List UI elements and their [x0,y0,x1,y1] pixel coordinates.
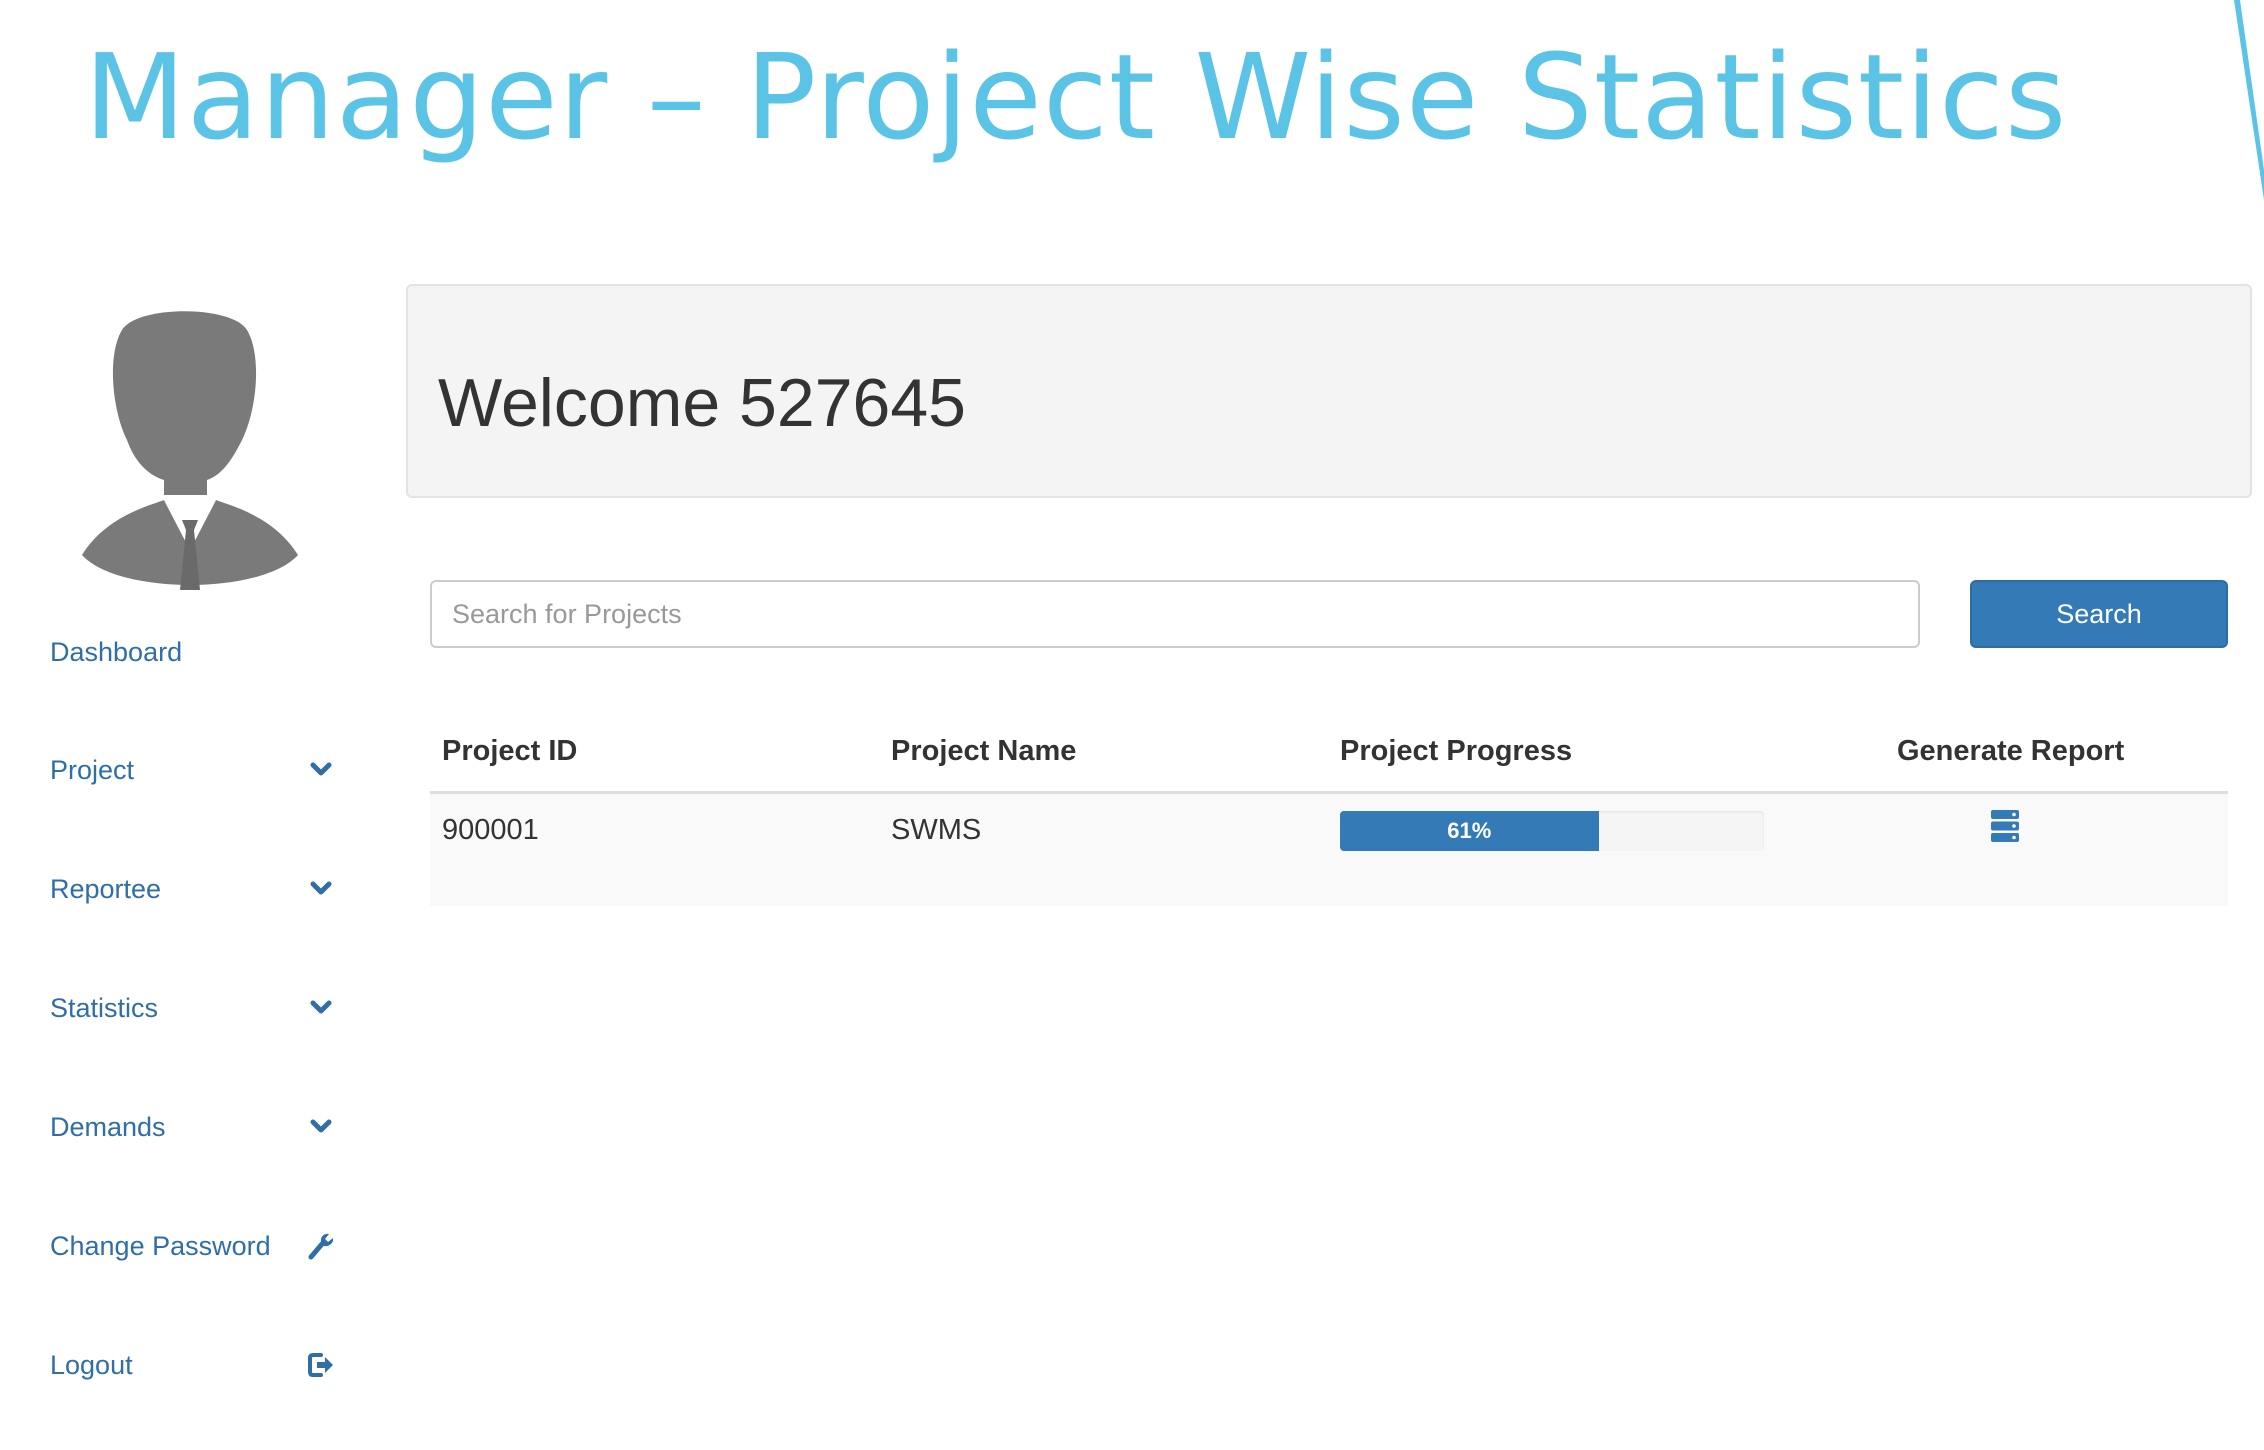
page-title: Manager – Project Wise Statistics [84,28,2068,166]
welcome-text: Welcome 527645 [438,365,966,441]
chevron-down-icon [306,1112,336,1142]
sidebar-item-label: Logout [50,1349,133,1380]
corner-decoration [2234,0,2264,200]
report-icon[interactable] [1988,808,2022,844]
wrench-icon [306,1231,336,1261]
column-header-generate-report: Generate Report [1897,735,2125,767]
table-header: Project ID Project Name Project Progress… [430,725,2228,794]
logout-icon [306,1350,336,1380]
sidebar-item-label: Reportee [50,873,162,904]
sidebar-item-label: Change Password [50,1230,271,1261]
sidebar-item-label: Dashboard [50,636,183,667]
sidebar-item-logout[interactable]: Logout [50,1335,340,1395]
sidebar-item-statistics[interactable]: Statistics [50,978,340,1038]
sidebar-item-dashboard[interactable]: Dashboard [50,622,340,682]
chevron-down-icon [306,755,336,785]
sidebar-item-label: Project [50,754,135,785]
progress-bar-fill: 61% [1340,811,1599,851]
search-input[interactable] [430,580,1920,648]
avatar [82,311,298,590]
chevron-down-icon [306,874,336,904]
sidebar-item-label: Demands [50,1111,166,1142]
table-row: 900001 SWMS 61% [430,794,2228,906]
sidebar-item-reportee[interactable]: Reportee [50,859,340,919]
progress-bar: 61% [1340,811,1764,851]
project-name-cell: SWMS [891,814,982,846]
chevron-down-icon [306,993,336,1023]
column-header-project-progress: Project Progress [1340,735,1573,767]
search-button[interactable]: Search [1970,580,2228,648]
sidebar-item-demands[interactable]: Demands [50,1097,340,1157]
sidebar-item-project[interactable]: Project [50,740,340,800]
sidebar-item-change-password[interactable]: Change Password [50,1216,340,1276]
welcome-panel: Welcome 527645 [406,284,2252,498]
project-id-cell: 900001 [442,814,539,846]
column-header-project-id: Project ID [442,735,578,767]
column-header-project-name: Project Name [891,735,1077,767]
sidebar-item-label: Statistics [50,992,159,1023]
